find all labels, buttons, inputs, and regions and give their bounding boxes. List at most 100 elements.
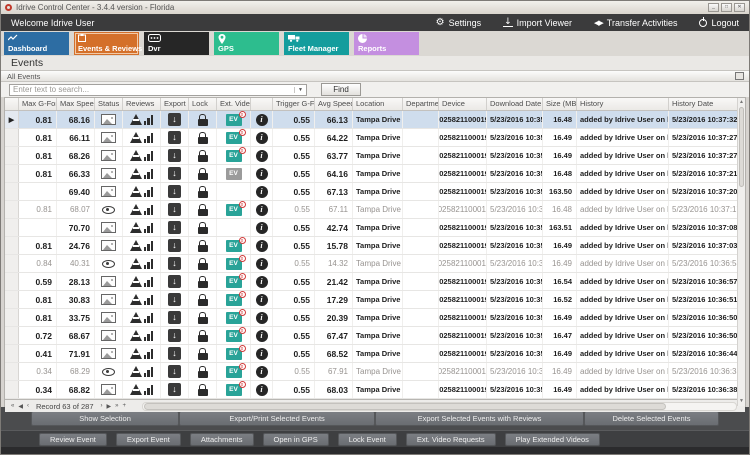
column-header-history[interactable]: History <box>577 98 669 110</box>
ext-video-requests-button[interactable]: Ext. Video Requests <box>406 433 496 446</box>
trigger-gforce-cell[interactable]: 0.55 <box>273 237 315 254</box>
event-row[interactable]: 0.8130.83↓EV0i0.5517.29Tampa Drive P...0… <box>5 291 745 309</box>
find-button[interactable]: Find <box>321 83 361 96</box>
lock-cell[interactable] <box>189 327 217 344</box>
extended-video-icon[interactable]: EV0 <box>226 240 242 252</box>
history-cell[interactable]: added by Idrive User on location T... <box>577 147 669 164</box>
info-icon[interactable]: i <box>256 186 268 198</box>
reviews-cell[interactable] <box>123 309 161 326</box>
column-header-export[interactable]: Export <box>161 98 189 110</box>
event-row[interactable]: 0.8166.33↓EVi0.5564.16Tampa Drive P...02… <box>5 165 745 183</box>
extended-video-icon[interactable]: EV0 <box>226 114 242 126</box>
history-cell[interactable]: added by Idrive User on location T... <box>577 273 669 290</box>
logout-button[interactable]: Logout <box>699 18 739 28</box>
location-cell[interactable]: Tampa Drive Pad <box>353 201 403 218</box>
info-cell[interactable]: i <box>251 183 273 200</box>
last-record-button[interactable]: » <box>115 403 118 409</box>
trigger-gforce-cell[interactable]: 0.55 <box>273 183 315 200</box>
status-cell[interactable] <box>95 327 123 344</box>
size-cell[interactable]: 16.49 <box>543 309 577 326</box>
trigger-gforce-cell[interactable]: 0.55 <box>273 381 315 398</box>
trigger-gforce-cell[interactable]: 0.55 <box>273 219 315 236</box>
avg-speed-cell[interactable]: 15.78 <box>315 237 353 254</box>
open-in-gps-button[interactable]: Open in GPS <box>263 433 329 446</box>
status-cell[interactable] <box>95 165 123 182</box>
department-cell[interactable] <box>403 165 439 182</box>
max-gforce-cell[interactable]: 0.81 <box>19 147 57 164</box>
column-header-reviews[interactable]: Reviews <box>123 98 161 110</box>
max-gforce-cell[interactable]: 0.81 <box>19 291 57 308</box>
max-speed-cell[interactable]: 68.82 <box>57 381 95 398</box>
download-date-cell[interactable]: 5/23/2016 10:35:29 ... <box>487 291 543 308</box>
tab-dvr[interactable]: Dvr <box>144 32 209 55</box>
history-date-cell[interactable]: 5/23/2016 10:37:32 AM <box>669 111 741 128</box>
lock-cell[interactable] <box>189 345 217 362</box>
extended-video-icon[interactable]: EV0 <box>226 348 242 360</box>
extended-video-icon[interactable]: EV0 <box>226 330 242 342</box>
location-cell[interactable]: Tampa Drive P... <box>353 219 403 236</box>
row-selector[interactable] <box>5 255 19 272</box>
lock-cell[interactable] <box>189 363 217 380</box>
lock-cell[interactable] <box>189 273 217 290</box>
download-date-cell[interactable]: 5/23/2016 10:35:29 ... <box>487 309 543 326</box>
max-gforce-cell[interactable] <box>19 183 57 200</box>
max-gforce-cell[interactable]: 0.84 <box>19 255 57 272</box>
history-cell[interactable]: added by Idrive User on location T... <box>577 309 669 326</box>
ext-videos-cell[interactable]: EV0 <box>217 291 251 308</box>
location-cell[interactable]: Tampa Drive P... <box>353 129 403 146</box>
department-cell[interactable] <box>403 201 439 218</box>
search-input[interactable] <box>10 85 294 94</box>
info-cell[interactable]: i <box>251 255 273 272</box>
ext-videos-cell[interactable] <box>217 219 251 236</box>
size-cell[interactable]: 16.49 <box>543 237 577 254</box>
lock-cell[interactable] <box>189 255 217 272</box>
extended-video-icon[interactable]: EV0 <box>226 366 242 378</box>
max-speed-cell[interactable]: 66.11 <box>57 129 95 146</box>
trigger-gforce-cell[interactable]: 0.55 <box>273 363 315 380</box>
location-cell[interactable]: Tampa Drive P... <box>353 345 403 362</box>
chevron-down-icon[interactable]: ▼ <box>294 87 306 93</box>
history-date-cell[interactable]: 5/23/2016 10:36:38 AM <box>669 363 741 380</box>
column-header-history-date[interactable]: History Date <box>669 98 741 110</box>
delete-selected-events-button[interactable]: Delete Selected Events <box>584 411 719 426</box>
close-button[interactable]: ✕ <box>734 3 745 12</box>
avg-speed-cell[interactable]: 20.39 <box>315 309 353 326</box>
history-cell[interactable]: added by Idrive User on location Tamp... <box>577 201 669 218</box>
export-event-button[interactable]: Export Event <box>116 433 181 446</box>
max-gforce-cell[interactable]: 0.41 <box>19 345 57 362</box>
hscrollbar-thumb[interactable] <box>144 403 666 410</box>
reviews-cell[interactable] <box>123 363 161 380</box>
ext-videos-cell[interactable] <box>217 183 251 200</box>
scroll-up-icon[interactable]: ▲ <box>738 98 745 107</box>
info-icon[interactable]: i <box>256 114 268 126</box>
info-icon[interactable]: i <box>256 294 268 306</box>
next-record-button[interactable]: › <box>101 403 103 409</box>
history-date-cell[interactable]: 5/23/2016 10:37:17 AM <box>669 201 741 218</box>
export-cell[interactable]: ↓ <box>161 237 189 254</box>
export-selected-events-with-reviews-button[interactable]: Export Selected Events with Reviews <box>375 411 584 426</box>
location-cell[interactable]: Tampa Drive P... <box>353 237 403 254</box>
avg-speed-cell[interactable]: 67.91 <box>315 363 353 380</box>
row-selector[interactable] <box>5 201 19 218</box>
status-cell[interactable] <box>95 219 123 236</box>
status-cell[interactable] <box>95 129 123 146</box>
info-cell[interactable]: i <box>251 201 273 218</box>
department-cell[interactable] <box>403 291 439 308</box>
reviews-cell[interactable] <box>123 291 161 308</box>
info-cell[interactable]: i <box>251 309 273 326</box>
history-cell[interactable]: added by Idrive User on location T... <box>577 219 669 236</box>
info-cell[interactable]: i <box>251 327 273 344</box>
avg-speed-cell[interactable]: 68.52 <box>315 345 353 362</box>
row-selector[interactable] <box>5 183 19 200</box>
trigger-gforce-cell[interactable]: 0.55 <box>273 309 315 326</box>
column-header-status[interactable]: Status <box>95 98 123 110</box>
trigger-gforce-cell[interactable]: 0.55 <box>273 147 315 164</box>
tab-dashboard[interactable]: Dashboard <box>4 32 69 55</box>
download-date-cell[interactable]: 5/23/2016 10:35:29 ... <box>487 273 543 290</box>
max-speed-cell[interactable]: 68.26 <box>57 147 95 164</box>
max-speed-cell[interactable]: 68.29 <box>57 363 95 380</box>
max-speed-cell[interactable]: 24.76 <box>57 237 95 254</box>
ext-videos-cell[interactable]: EV0 <box>217 255 251 272</box>
horizontal-scrollbar[interactable] <box>142 402 737 411</box>
trigger-gforce-cell[interactable]: 0.55 <box>273 201 315 218</box>
